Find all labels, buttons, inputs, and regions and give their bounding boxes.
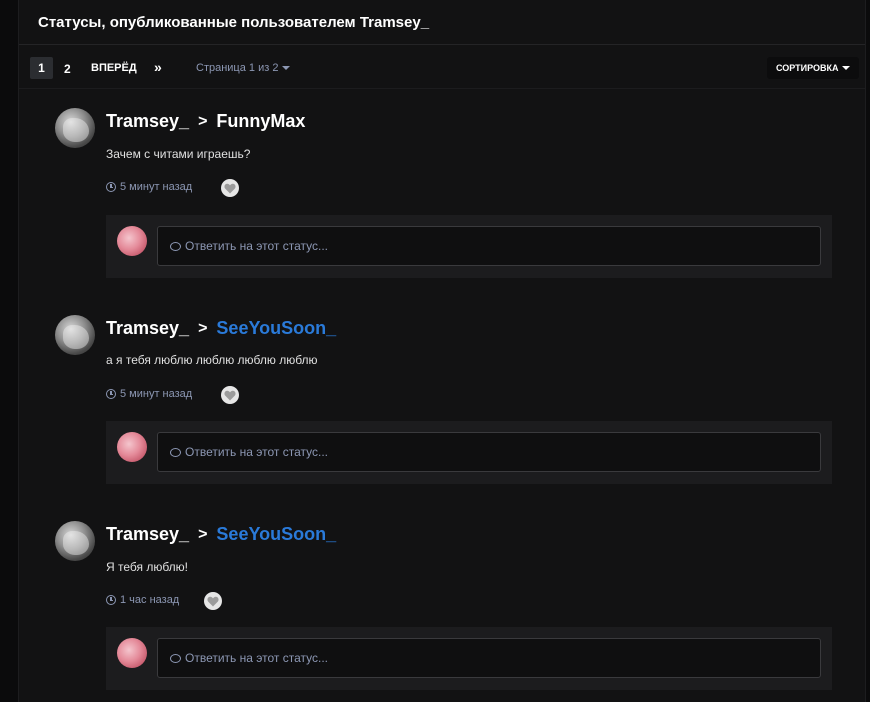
target-user-link[interactable]: SeeYouSoon_	[216, 524, 336, 545]
status-message: Я тебя люблю!	[106, 560, 189, 574]
reply-input[interactable]: Ответить на этот статус...	[157, 432, 821, 472]
page-title: Статусы, опубликованные пользователем Tr…	[38, 13, 430, 31]
current-user-avatar	[117, 226, 147, 256]
like-button[interactable]	[204, 592, 222, 610]
page-2-button[interactable]: 2	[64, 62, 71, 76]
page-jump-dropdown[interactable]: Страница 1 из 2	[196, 62, 291, 74]
heart-icon	[207, 596, 219, 606]
reply-input[interactable]: Ответить на этот статус...	[157, 638, 821, 678]
chevron-right-icon: >	[198, 112, 208, 130]
author-link[interactable]: Tramsey_	[106, 111, 189, 132]
target-user-link[interactable]: FunnyMax	[216, 111, 305, 132]
timestamp-label: 5 минут назад	[120, 181, 193, 193]
caret-down-icon	[282, 66, 291, 71]
clock-icon	[106, 595, 116, 605]
clock-icon	[106, 182, 116, 192]
current-user-avatar	[117, 432, 147, 462]
reply-input[interactable]: Ответить на этот статус...	[157, 226, 821, 266]
sort-dropdown-button[interactable]: СОРТИРОВКА	[767, 57, 859, 79]
status-participants: Tramsey_ > FunnyMax	[106, 111, 305, 132]
sort-label: СОРТИРОВКА	[776, 63, 839, 73]
last-page-button[interactable]: »	[154, 59, 162, 75]
status-timestamp[interactable]: 5 минут назад	[106, 181, 192, 193]
author-avatar[interactable]	[55, 108, 95, 148]
next-page-button[interactable]: ВПЕРЁД	[91, 62, 137, 74]
comment-icon	[170, 447, 181, 457]
chevron-right-icon: >	[198, 525, 208, 543]
timestamp-label: 5 минут назад	[120, 388, 193, 400]
reply-placeholder: Ответить на этот статус...	[185, 239, 328, 253]
reply-placeholder: Ответить на этот статус...	[185, 651, 328, 665]
reply-placeholder: Ответить на этот статус...	[185, 445, 328, 459]
page-1-button[interactable]: 1	[30, 57, 53, 79]
status-message: а я тебя люблю люблю люблю люблю	[106, 353, 318, 367]
author-avatar[interactable]	[55, 521, 95, 561]
clock-icon	[106, 389, 116, 399]
status-participants: Tramsey_ > SeeYouSoon_	[106, 318, 336, 339]
comment-icon	[170, 653, 181, 663]
status-timestamp[interactable]: 1 час назад	[106, 594, 179, 606]
author-link[interactable]: Tramsey_	[106, 524, 189, 545]
reply-area: Ответить на этот статус...	[106, 421, 832, 484]
status-participants: Tramsey_ > SeeYouSoon_	[106, 524, 336, 545]
author-avatar[interactable]	[55, 315, 95, 355]
caret-down-icon	[841, 66, 850, 70]
chevron-right-icon: >	[198, 319, 208, 337]
feed-header: Статусы, опубликованные пользователем Tr…	[19, 0, 865, 45]
pagination-bar: 1 2 ВПЕРЁД » Страница 1 из 2 СОРТИРОВКА	[19, 45, 865, 89]
status-feed-panel: Статусы, опубликованные пользователем Tr…	[18, 0, 866, 702]
status-message: Зачем с читами играешь?	[106, 147, 251, 161]
reply-area: Ответить на этот статус...	[106, 627, 832, 690]
heart-icon	[224, 390, 236, 400]
current-user-avatar	[117, 638, 147, 668]
like-button[interactable]	[221, 179, 239, 197]
status-timestamp[interactable]: 5 минут назад	[106, 388, 192, 400]
author-link[interactable]: Tramsey_	[106, 318, 189, 339]
page-status-label: Страница 1 из 2	[196, 62, 279, 74]
heart-icon	[224, 183, 236, 193]
comment-icon	[170, 241, 181, 251]
reply-area: Ответить на этот статус...	[106, 215, 832, 278]
timestamp-label: 1 час назад	[120, 594, 180, 606]
target-user-link[interactable]: SeeYouSoon_	[216, 318, 336, 339]
like-button[interactable]	[221, 386, 239, 404]
